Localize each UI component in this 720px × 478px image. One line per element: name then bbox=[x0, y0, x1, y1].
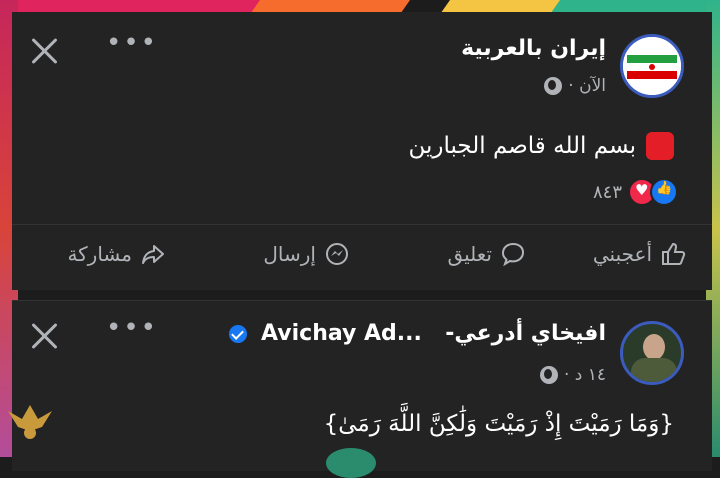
close-icon[interactable] bbox=[28, 319, 62, 353]
share-arrow-icon bbox=[142, 245, 164, 264]
timestamp[interactable]: ١٤ د · bbox=[564, 365, 606, 385]
decorative-circle bbox=[326, 448, 376, 478]
messenger-icon bbox=[326, 243, 348, 265]
reactions-summary[interactable]: ٨٤٣ bbox=[593, 178, 678, 206]
watermark-logo bbox=[0, 397, 60, 457]
reaction-count: ٨٤٣ bbox=[592, 181, 622, 203]
avatar[interactable] bbox=[620, 34, 684, 98]
page-name-ar: افيخاي أدرعي- bbox=[445, 321, 606, 346]
post-card-1: ••• إيران بالعربية الآن · بسم الله قاصم … bbox=[12, 12, 712, 290]
more-icon[interactable]: ••• bbox=[106, 315, 158, 341]
avatar[interactable] bbox=[620, 321, 684, 385]
share-label: مشاركة bbox=[67, 242, 132, 266]
more-icon[interactable]: ••• bbox=[106, 30, 158, 56]
page-name[interactable]: افيخاي أدرعي- Avichay Ad... bbox=[229, 321, 606, 346]
comment-bubble-icon bbox=[501, 242, 525, 267]
share-button[interactable]: مشاركة bbox=[67, 241, 166, 267]
post-header: ••• افيخاي أدرعي- Avichay Ad... ١٤ د · bbox=[12, 301, 712, 391]
globe-icon bbox=[539, 366, 558, 384]
page-name[interactable]: إيران بالعربية bbox=[461, 36, 606, 61]
comment-label: تعليق bbox=[447, 242, 492, 266]
like-reaction-icon bbox=[650, 178, 678, 206]
thumbs-up-icon bbox=[662, 242, 686, 265]
red-square-icon bbox=[646, 132, 674, 160]
post-meta: الآن · bbox=[544, 76, 606, 96]
globe-icon bbox=[544, 77, 563, 95]
close-icon[interactable] bbox=[28, 34, 62, 68]
post-card-2: ••• افيخاي أدرعي- Avichay Ad... ١٤ د · {… bbox=[12, 300, 712, 471]
post-actions: أعجبني تعليق إرسال مشاركة bbox=[12, 224, 712, 285]
verified-badge-icon bbox=[229, 325, 248, 343]
person-icon bbox=[643, 334, 665, 360]
post-body: بسم الله قاصم الجبارين bbox=[408, 132, 674, 160]
eagle-logo-icon bbox=[8, 405, 52, 439]
post-header: ••• إيران بالعربية الآن · bbox=[12, 12, 712, 102]
timestamp[interactable]: الآن · bbox=[568, 76, 606, 96]
comment-button[interactable]: تعليق bbox=[447, 241, 526, 267]
post-text: {وَمَا رَمَيْتَ إِذْ رَمَيْتَ وَلَٰكِنَّ… bbox=[323, 411, 674, 437]
like-button[interactable]: أعجبني bbox=[593, 241, 686, 267]
post-text: بسم الله قاصم الجبارين bbox=[408, 133, 636, 159]
like-label: أعجبني bbox=[592, 242, 652, 266]
send-button[interactable]: إرسال bbox=[263, 241, 350, 267]
post-meta: ١٤ د · bbox=[539, 365, 606, 385]
iran-flag-icon bbox=[623, 37, 681, 95]
send-label: إرسال bbox=[263, 242, 316, 266]
post-body: {وَمَا رَمَيْتَ إِذْ رَمَيْتَ وَلَٰكِنَّ… bbox=[324, 411, 674, 437]
page-name-en: Avichay Ad... bbox=[261, 321, 422, 346]
